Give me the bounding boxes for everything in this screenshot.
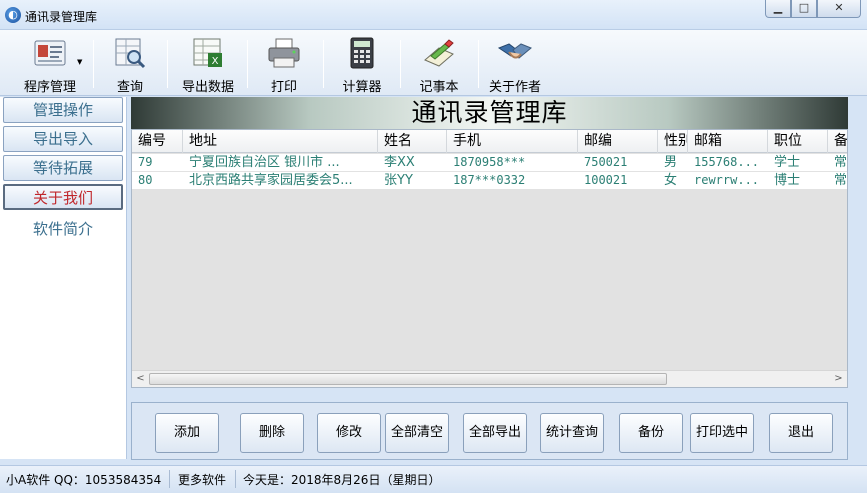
toolbar-label: 关于作者 <box>488 80 541 95</box>
cell-postcode: 750021 <box>584 155 628 169</box>
sidebar-item-software-intro[interactable]: 软件简介 <box>3 216 123 242</box>
more-software-link[interactable]: 更多软件 <box>178 471 226 488</box>
sidebar: 管理操作 导出导入 等待拓展 关于我们 软件简介 <box>0 97 127 459</box>
column-header-id[interactable]: 编号 <box>132 130 183 153</box>
cell-email: 155768... <box>694 155 760 169</box>
window-controls: ▁ □ ✕ <box>765 0 861 18</box>
window-title: 通讯录管理库 <box>25 10 98 24</box>
toolbar-export-data[interactable]: X 导出数据 <box>176 36 240 95</box>
toolbar: 程序管理 ▼ 查询 X 导出数据 打印 计算器 记事本 关于作者 <box>0 30 867 96</box>
grid-header: 编号 地址 姓名 手机 邮编 性别 邮箱 职位 备 <box>132 130 847 153</box>
cell-id: 79 <box>138 155 153 169</box>
scroll-right-icon[interactable]: > <box>830 371 847 387</box>
print-selected-button[interactable]: 打印选中 <box>690 413 754 453</box>
toolbar-label: 记事本 <box>419 80 459 95</box>
excel-export-icon: X <box>193 38 222 67</box>
cell-note: 常 <box>834 173 848 188</box>
cell-name: 李XX <box>384 155 415 170</box>
toolbar-separator <box>93 40 94 88</box>
toolbar-notepad[interactable]: 记事本 <box>415 36 463 95</box>
printer-icon <box>268 38 300 68</box>
toolbar-separator <box>167 40 168 88</box>
backup-button[interactable]: 备份 <box>619 413 683 453</box>
column-header-address[interactable]: 地址 <box>183 130 378 153</box>
toolbar-calculator[interactable]: 计算器 <box>338 36 386 95</box>
svg-text:X: X <box>212 56 219 67</box>
column-header-note[interactable]: 备 <box>828 130 847 153</box>
search-query-icon <box>115 38 146 69</box>
toolbar-separator <box>400 40 401 88</box>
cell-mobile: 187***0332 <box>453 173 526 187</box>
status-separator <box>169 470 170 488</box>
chevron-down-icon[interactable]: ▼ <box>77 58 82 66</box>
add-button[interactable]: 添加 <box>155 413 219 453</box>
toolbar-separator <box>323 40 324 88</box>
sidebar-item-manage[interactable]: 管理操作 <box>3 97 123 123</box>
cell-gender: 女 <box>664 173 678 188</box>
scroll-left-icon[interactable]: < <box>132 371 149 387</box>
cell-address: 宁夏回族自治区 银川市 ... <box>189 155 340 170</box>
status-separator <box>235 470 236 488</box>
toolbar-print[interactable]: 打印 <box>262 36 306 95</box>
handshake-icon <box>497 43 532 59</box>
toolbar-query[interactable]: 查询 <box>108 36 152 95</box>
maximize-button[interactable]: □ <box>791 0 817 18</box>
toolbar-label: 程序管理 <box>23 80 76 95</box>
edit-button[interactable]: 修改 <box>317 413 381 453</box>
column-header-postcode[interactable]: 邮编 <box>578 130 658 153</box>
exit-button[interactable]: 退出 <box>769 413 833 453</box>
toolbar-label: 计算器 <box>342 80 382 95</box>
page-title-banner: 通讯录管理库 <box>131 97 848 129</box>
cell-address: 北京西路共享家园居委会5... <box>189 173 353 188</box>
column-header-name[interactable]: 姓名 <box>378 130 447 153</box>
minimize-button[interactable]: ▁ <box>765 0 791 18</box>
status-bar: 小A软件 QQ：1053584354 更多软件 今天是：2018年8月26日（星… <box>0 465 867 493</box>
app-logo-icon: ◐ <box>5 7 21 23</box>
cell-mobile: 1870958*** <box>453 155 526 169</box>
status-company-qq: 小A软件 QQ：1053584354 <box>6 473 162 487</box>
toolbar-label: 查询 <box>116 80 143 95</box>
toolbar-separator <box>247 40 248 88</box>
column-header-mobile[interactable]: 手机 <box>447 130 578 153</box>
cell-position: 博士 <box>774 173 801 188</box>
toolbar-label: 打印 <box>270 80 297 95</box>
id-card-icon <box>34 40 66 66</box>
status-today-date: 今天是：2018年8月26日（星期日） <box>243 473 441 487</box>
close-button[interactable]: ✕ <box>817 0 861 18</box>
toolbar-separator <box>478 40 479 88</box>
cell-note: 常 <box>834 155 848 170</box>
horizontal-scrollbar[interactable]: < > <box>132 370 847 387</box>
title-bar: ◐ 通讯录管理库 ▁ □ ✕ <box>0 0 867 30</box>
statistics-query-button[interactable]: 统计查询 <box>540 413 604 453</box>
cell-name: 张YY <box>384 173 413 188</box>
column-header-gender[interactable]: 性别 <box>658 130 688 153</box>
notepad-icon <box>424 39 454 67</box>
cell-id: 80 <box>138 173 153 187</box>
scrollbar-thumb[interactable] <box>149 373 667 385</box>
calculator-icon <box>350 37 374 69</box>
sidebar-item-import-export[interactable]: 导出导入 <box>3 126 123 152</box>
export-all-button[interactable]: 全部导出 <box>463 413 527 453</box>
delete-button[interactable]: 删除 <box>240 413 304 453</box>
cell-email: rewrrw... <box>694 173 760 187</box>
cell-postcode: 100021 <box>584 173 628 187</box>
sidebar-item-about-us[interactable]: 关于我们 <box>3 184 123 210</box>
cell-gender: 男 <box>664 155 678 170</box>
table-row[interactable]: 80 北京西路共享家园居委会5... 张YY 187***0332 100021… <box>132 172 848 189</box>
toolbar-label: 导出数据 <box>181 80 234 95</box>
column-header-email[interactable]: 邮箱 <box>688 130 768 153</box>
cell-position: 学士 <box>774 155 801 170</box>
action-button-panel: 添加 删除 修改 全部清空 全部导出 统计查询 备份 打印选中 退出 <box>131 402 848 460</box>
sidebar-item-expand[interactable]: 等待拓展 <box>3 155 123 181</box>
contacts-grid: 编号 地址 姓名 手机 邮编 性别 邮箱 职位 备 79 宁夏回族自治区 银川市… <box>131 129 848 388</box>
column-header-position[interactable]: 职位 <box>768 130 828 153</box>
toolbar-about-author[interactable]: 关于作者 <box>486 36 544 95</box>
clear-all-button[interactable]: 全部清空 <box>385 413 449 453</box>
table-row[interactable]: 79 宁夏回族自治区 银川市 ... 李XX 1870958*** 750021… <box>132 154 848 171</box>
